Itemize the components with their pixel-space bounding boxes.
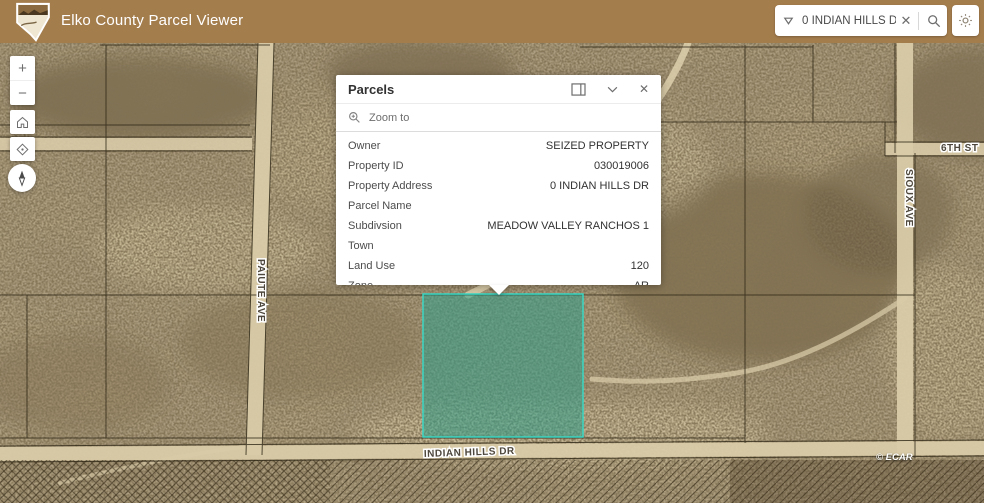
field-value: AR <box>634 280 649 285</box>
zoom-widget: + − <box>10 56 35 105</box>
street-label-paiute-ave: PAIUTE AVE <box>255 259 266 322</box>
field-row-property-address: Property Address 0 INDIAN HILLS DR <box>348 176 649 196</box>
field-row-land-use: Land Use 120 <box>348 256 649 276</box>
popup-title: Parcels <box>348 82 394 97</box>
field-value: MEADOW VALLEY RANCHOS 1 <box>487 220 649 232</box>
search-clear-icon[interactable]: ✕ <box>896 13 916 29</box>
compass-needle-icon <box>14 169 30 187</box>
field-row-owner: Owner SEIZED PROPERTY <box>348 136 649 156</box>
field-value: 120 <box>631 260 649 272</box>
popup-titlebar: Parcels ✕ <box>336 75 661 104</box>
hatched-area <box>0 460 984 503</box>
field-label: Subdivsion <box>348 220 402 232</box>
search-divider <box>918 12 919 30</box>
brightness-toggle-button[interactable] <box>952 5 979 36</box>
zoom-to-label: Zoom to <box>369 112 409 124</box>
popup-fields: Owner SEIZED PROPERTY Property ID 03001900… <box>336 132 661 285</box>
zoom-to-icon <box>348 111 361 124</box>
collapse-chevron-icon[interactable] <box>607 86 618 93</box>
locate-button[interactable] <box>10 137 35 161</box>
field-label: Property Address <box>348 180 432 192</box>
map-attribution: © ECAR <box>876 452 913 463</box>
popup-callout-arrow <box>489 285 509 295</box>
field-value: 0 INDIAN HILLS DR <box>550 180 649 192</box>
app-header: Elko County Parcel Viewer 0 INDIAN HILLS… <box>0 0 984 43</box>
field-row-subdivision: Subdivsion MEADOW VALLEY RANCHOS 1 <box>348 216 649 236</box>
field-value: 030019006 <box>594 160 649 172</box>
selected-parcel-highlight[interactable] <box>423 294 583 437</box>
field-row-zone: Zone AR <box>348 276 649 285</box>
zoom-to-action[interactable]: Zoom to <box>336 104 661 132</box>
field-label: Land Use <box>348 260 395 272</box>
street-label-sioux-ave: SIOUX AVE <box>903 169 914 227</box>
field-label: Town <box>348 240 374 252</box>
home-icon <box>15 115 30 130</box>
zoom-in-button[interactable]: + <box>10 56 35 80</box>
field-label: Parcel Name <box>348 200 412 212</box>
home-button[interactable] <box>10 110 35 134</box>
dock-icon[interactable] <box>571 83 586 96</box>
search-icon[interactable] <box>921 5 947 36</box>
sun-icon <box>958 13 973 28</box>
field-row-parcel-name: Parcel Name <box>348 196 649 216</box>
elko-county-logo <box>15 2 51 42</box>
home-widget <box>10 110 35 134</box>
search-input[interactable]: 0 INDIAN HILLS DR- <box>802 15 896 27</box>
field-row-property-id: Property ID 030019006 <box>348 156 649 176</box>
field-label: Property ID <box>348 160 404 172</box>
zoom-out-button[interactable]: − <box>10 80 35 105</box>
locate-widget <box>10 137 35 161</box>
field-value: SEIZED PROPERTY <box>546 140 649 152</box>
field-row-town: Town <box>348 236 649 256</box>
close-icon[interactable]: ✕ <box>639 83 649 95</box>
search-box[interactable]: 0 INDIAN HILLS DR- ✕ <box>775 5 947 36</box>
page-title: Elko County Parcel Viewer <box>61 12 243 29</box>
map-canvas[interactable]: PAIUTE AVE INDIAN HILLS DR 6TH ST SIOUX … <box>0 43 984 503</box>
compass-button[interactable] <box>8 164 36 192</box>
field-label: Owner <box>348 140 380 152</box>
field-label: Zone <box>348 280 373 285</box>
locate-icon <box>15 142 30 157</box>
parcel-popup: Parcels ✕ Zoom to Owner SEIZED PROPERTY P… <box>336 75 661 285</box>
search-dropdown-icon[interactable] <box>775 5 802 36</box>
street-label-6th-st: 6TH ST <box>941 143 978 154</box>
